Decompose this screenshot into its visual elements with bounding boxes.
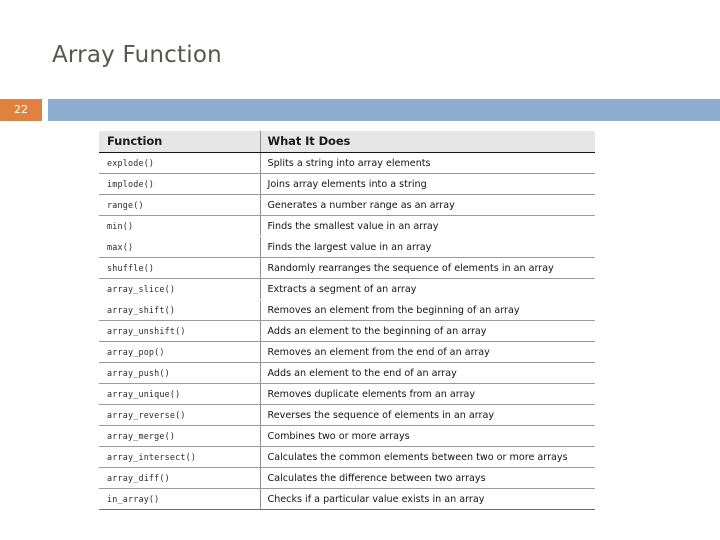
cell-function-description: Finds the largest value in an array — [259, 236, 595, 258]
cell-function-name: explode() — [99, 152, 260, 174]
table: Function What It Does explode() Splits a … — [99, 131, 595, 510]
table-row: array_pop() Removes an element from the e… — [99, 341, 595, 363]
table-row: array_intersect() Calculates the common e… — [99, 446, 595, 468]
slide-divider-band: 22 — [0, 99, 720, 121]
cell-function-name: in_array() — [99, 488, 260, 510]
table-row: array_reverse() Reverses the sequence of … — [99, 404, 595, 426]
cell-function-description: Adds an element to the beginning of an a… — [259, 320, 595, 342]
table-row: array_diff() Calculates the difference be… — [99, 467, 595, 489]
cell-function-description: Calculates the common elements between t… — [259, 446, 595, 468]
cell-function-name: array_reverse() — [99, 404, 260, 426]
cell-function-description: Generates a number range as an array — [259, 194, 595, 216]
table-row: array_unique() Removes duplicate elements… — [99, 383, 595, 405]
cell-function-name: array_push() — [99, 362, 260, 384]
cell-function-name: array_intersect() — [99, 446, 260, 468]
table-row: max() Finds the largest value in an array — [99, 236, 595, 258]
cell-function-description: Removes duplicate elements from an array — [259, 383, 595, 405]
table-row: implode() Joins array elements into a str… — [99, 173, 595, 195]
cell-function-description: Removes an element from the end of an ar… — [259, 341, 595, 363]
table-row: array_merge() Combines two or more arrays — [99, 425, 595, 447]
table-row: shuffle() Randomly rearranges the sequenc… — [99, 257, 595, 279]
array-function-table: Function What It Does explode() Splits a … — [99, 131, 595, 510]
cell-function-name: implode() — [99, 173, 260, 195]
page-number-badge: 22 — [0, 99, 42, 121]
cell-function-description: Extracts a segment of an array — [259, 278, 595, 300]
cell-function-name: array_merge() — [99, 425, 260, 447]
column-header-description: What It Does — [259, 131, 595, 153]
table-row: array_slice() Extracts a segment of an ar… — [99, 278, 595, 300]
cell-function-description: Reverses the sequence of elements in an … — [259, 404, 595, 426]
cell-function-name: array_slice() — [107, 284, 176, 294]
cell-function-description: Adds an element to the end of an array — [259, 362, 595, 384]
table-row: range() Generates a number range as an ar… — [99, 194, 595, 216]
table-row: in_array() Checks if a particular value e… — [99, 488, 595, 510]
cell-function-name: array_unique() — [99, 383, 260, 405]
cell-function-description: Removes an element from the beginning of… — [259, 299, 595, 321]
cell-function-name: min() — [107, 221, 134, 231]
table-header-row: Function What It Does — [99, 131, 595, 153]
cell-function-description: Checks if a particular value exists in a… — [259, 488, 595, 510]
divider-rule — [48, 99, 720, 121]
cell-function-description: Joins array elements into a string — [259, 173, 595, 195]
cell-function-description: Splits a string into array elements — [259, 152, 595, 174]
cell-function-name: shuffle() — [99, 257, 260, 279]
cell-function-name: max() — [99, 236, 260, 258]
table-row: array_unshift() Adds an element to the be… — [99, 320, 595, 342]
table-body: explode() Splits a string into array elem… — [99, 152, 595, 510]
table-row: explode() Splits a string into array elem… — [99, 152, 595, 174]
table-row: array_push() Adds an element to the end o… — [99, 362, 595, 384]
cell-function-description: Finds the smallest value in an array — [259, 215, 595, 237]
cell-function-name: array_unshift() — [99, 320, 260, 342]
cell-function-description: Calculates the difference between two ar… — [259, 467, 595, 489]
cell-function-name: array_pop() — [99, 341, 260, 363]
cell-function-description: Combines two or more arrays — [259, 425, 595, 447]
cell-function-description: Randomly rearranges the sequence of elem… — [259, 257, 595, 279]
table-row: array_shift() Removes an element from the… — [99, 299, 595, 321]
table-row: min() Finds the smallest value in an arra… — [99, 215, 595, 237]
cell-function-name: array_diff() — [99, 467, 260, 489]
page-title: Array Function — [52, 42, 222, 68]
column-header-function: Function — [99, 131, 260, 153]
cell-function-name: range() — [99, 194, 260, 216]
cell-function-name: array_shift() — [99, 299, 260, 321]
